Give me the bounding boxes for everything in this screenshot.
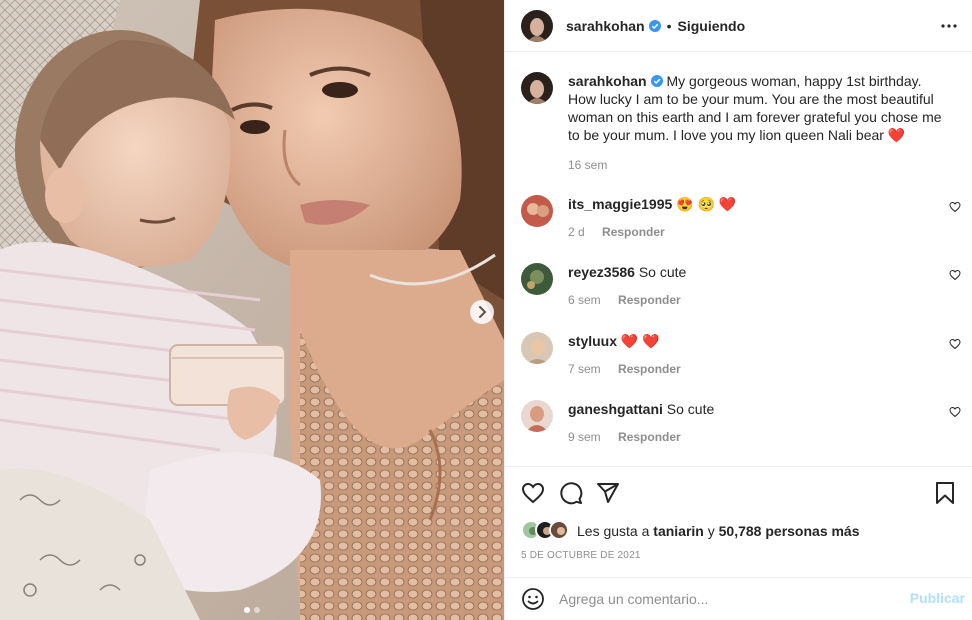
like-comment-heart-icon[interactable] xyxy=(949,406,961,418)
liker-avatars[interactable] xyxy=(521,520,573,542)
carousel-indicator xyxy=(0,607,504,613)
carousel-dot-active xyxy=(244,607,250,613)
reply-button[interactable]: Responder xyxy=(618,430,681,444)
like-comment-heart-icon[interactable] xyxy=(949,269,961,281)
caption-username[interactable]: sarahkohan xyxy=(568,73,647,89)
comment-item: ganeshgattani So cute 9 sem Responder xyxy=(521,400,961,460)
comment-timestamp[interactable]: 6 sem xyxy=(568,293,601,307)
caption-author-avatar[interactable] xyxy=(521,72,553,104)
comment-body: ganeshgattani So cute xyxy=(568,400,714,418)
comment-item: styluux ❤️ ❤️ 7 sem Responder xyxy=(521,332,961,392)
heart-icon[interactable] xyxy=(521,481,545,505)
likes-connector: y xyxy=(707,523,715,539)
commenter-avatar[interactable] xyxy=(521,263,553,295)
comment-meta: 2 d Responder xyxy=(568,225,665,239)
author-username[interactable]: sarahkohan xyxy=(566,18,645,34)
post-sidebar: sarahkohan • Siguiendo sarahkohan My gor… xyxy=(504,0,972,620)
chevron-right-icon xyxy=(479,306,487,318)
commenter-username[interactable]: ganeshgattani xyxy=(568,401,663,417)
like-comment-heart-icon[interactable] xyxy=(949,338,961,350)
commenter-username[interactable]: its_maggie1995 xyxy=(568,196,672,212)
comment-meta: 7 sem Responder xyxy=(568,362,681,376)
comment-icon[interactable] xyxy=(559,481,583,505)
publish-button[interactable]: Publicar xyxy=(910,590,965,606)
commenter-avatar[interactable] xyxy=(521,195,553,227)
liker-avatar xyxy=(549,520,569,540)
comment-item: reyez3586 So cute 6 sem Responder xyxy=(521,263,961,323)
comment-timestamp[interactable]: 2 d xyxy=(568,225,585,239)
post-header: sarahkohan • Siguiendo xyxy=(505,0,972,52)
commenter-avatar[interactable] xyxy=(521,332,553,364)
caption-text-block: sarahkohan My gorgeous woman, happy 1st … xyxy=(568,72,948,144)
verified-badge-icon xyxy=(650,75,663,87)
verified-badge-icon xyxy=(648,19,661,32)
comment-meta: 9 sem Responder xyxy=(568,430,681,444)
next-photo-button[interactable] xyxy=(470,300,494,324)
photo-mother-and-baby xyxy=(0,0,504,620)
like-comment-heart-icon[interactable] xyxy=(949,201,961,213)
comment-text: ❤️ ❤️ xyxy=(620,333,660,349)
comment-timestamp[interactable]: 7 sem xyxy=(568,362,601,376)
reply-button[interactable]: Responder xyxy=(602,225,665,239)
post-photo[interactable] xyxy=(0,0,504,620)
bookmark-icon[interactable] xyxy=(933,481,957,505)
add-comment-bar: Publicar xyxy=(505,577,972,620)
more-options-icon xyxy=(941,24,957,28)
post-actions xyxy=(505,466,972,516)
carousel-dot xyxy=(254,607,260,613)
caption-emoji: ❤️ xyxy=(887,127,906,143)
comment-text: So cute xyxy=(638,264,687,280)
likes-count[interactable]: 50,788 personas más xyxy=(719,523,860,539)
comment-body: its_maggie1995 😍 🥺 ❤️ xyxy=(568,195,736,213)
comment-input[interactable] xyxy=(559,591,899,607)
comment-body: styluux ❤️ ❤️ xyxy=(568,332,660,350)
first-liker-username[interactable]: taniarin xyxy=(653,523,704,539)
comment-meta: 6 sem Responder xyxy=(568,293,681,307)
commenter-username[interactable]: reyez3586 xyxy=(568,264,635,280)
likes-summary: Les gusta a taniarin y 50,788 personas m… xyxy=(521,519,860,543)
likes-text: Les gusta a taniarin y 50,788 personas m… xyxy=(577,523,860,539)
author-avatar[interactable] xyxy=(521,9,553,42)
reply-button[interactable]: Responder xyxy=(618,362,681,376)
commenter-avatar[interactable] xyxy=(521,400,553,432)
comment-timestamp[interactable]: 9 sem xyxy=(568,430,601,444)
caption-timestamp[interactable]: 16 sem xyxy=(568,158,607,172)
comments-list[interactable]: sarahkohan My gorgeous woman, happy 1st … xyxy=(505,52,972,466)
header-separator: • xyxy=(666,17,672,34)
likes-prefix: Les gusta a xyxy=(577,523,650,539)
post-date[interactable]: 5 DE OCTUBRE DE 2021 xyxy=(521,550,641,561)
post-dialog: sarahkohan • Siguiendo sarahkohan My gor… xyxy=(0,0,972,620)
more-options-button[interactable] xyxy=(937,14,961,38)
following-button[interactable]: Siguiendo xyxy=(678,18,746,34)
reply-button[interactable]: Responder xyxy=(618,293,681,307)
post-caption: sarahkohan My gorgeous woman, happy 1st … xyxy=(521,72,961,144)
share-icon[interactable] xyxy=(596,481,620,505)
comment-body: reyez3586 So cute xyxy=(568,263,686,281)
comment-text: So cute xyxy=(666,401,715,417)
commenter-username[interactable]: styluux xyxy=(568,333,617,349)
comment-text: 😍 🥺 ❤️ xyxy=(676,196,737,212)
comment-item: its_maggie1995 😍 🥺 ❤️ 2 d Responder xyxy=(521,195,961,255)
emoji-icon[interactable] xyxy=(521,587,545,611)
